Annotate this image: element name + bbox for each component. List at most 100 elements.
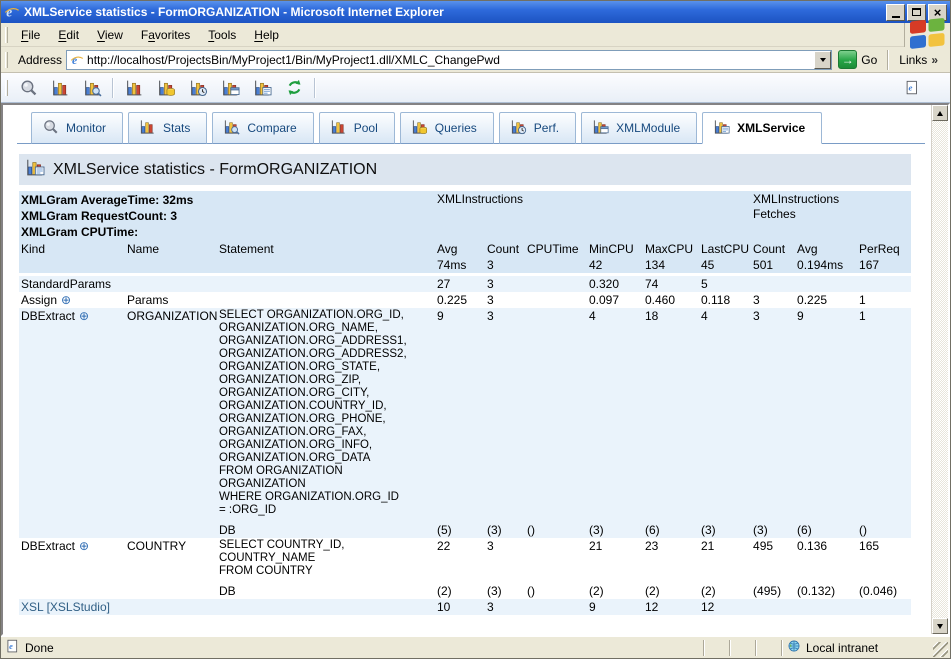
value-cell: 3 [751, 292, 795, 308]
statement-line: = :ORG_ID [219, 504, 433, 517]
expand-icon[interactable]: ⊕ [75, 309, 89, 323]
tab-strip: MonitorStatsComparePoolQueriesPerf. XMLMo… [17, 110, 925, 144]
window-title: XMLService statistics - FormORGANIZATION… [24, 5, 880, 19]
group-header-instructions: XMLInstructions [435, 191, 751, 241]
tab-queries[interactable]: Queries [400, 112, 494, 144]
menu-edit[interactable]: Edit [49, 25, 88, 45]
value-cell: 22 [435, 538, 485, 579]
status-panel [705, 639, 729, 657]
tab-monitor[interactable]: Monitor [31, 112, 123, 144]
scrollbar-track[interactable] [932, 121, 948, 618]
address-input[interactable] [87, 52, 811, 68]
table-row: DBExtract⊕ORGANIZATIONSELECT ORGANIZATIO… [19, 308, 911, 518]
stats-button[interactable] [45, 75, 75, 101]
value-cell: 23 [643, 538, 699, 579]
value-cell: 3 [485, 292, 525, 308]
menu-help[interactable]: Help [245, 25, 288, 45]
svg-text:e: e [6, 4, 12, 19]
totals-value: 0.194ms [795, 257, 857, 273]
page-icon[interactable]: e [904, 80, 920, 96]
table-row: DBExtract⊕COUNTRYSELECT COUNTRY_ID,COUNT… [19, 538, 911, 579]
totals-value: 74ms [435, 257, 485, 273]
menu-view[interactable]: View [88, 25, 132, 45]
column-header: Kind [19, 241, 125, 257]
toolbar-drag-grip[interactable] [5, 80, 8, 96]
statement-line: FROM COUNTRY [219, 565, 433, 578]
go-label: Go [861, 53, 877, 67]
scroll-up-button[interactable] [932, 105, 948, 121]
column-header: LastCPU [699, 241, 751, 257]
kind-cell [19, 518, 125, 538]
svg-text:e: e [9, 642, 13, 651]
refresh-button[interactable] [279, 75, 309, 101]
value-cell: (2) [587, 579, 643, 599]
compare-button[interactable] [77, 75, 107, 101]
table-subrow: DB(5)(3)()(3)(6)(3)(3)(6)() [19, 518, 911, 538]
kind-cell: XSL [XSLStudio] [19, 599, 125, 615]
value-cell: 18 [643, 308, 699, 518]
value-cell [525, 599, 587, 615]
value-cell: 10 [435, 599, 485, 615]
value-cell: 3 [485, 308, 525, 518]
kind-label: StandardParams [21, 277, 111, 291]
tab-compare[interactable]: Compare [212, 112, 313, 144]
address-dropdown-button[interactable] [814, 51, 831, 69]
kind-cell: DBExtract⊕ [19, 538, 125, 579]
sub-label-cell: DB [217, 518, 435, 538]
links-label: Links [899, 53, 927, 67]
app-toolbar: e [1, 73, 950, 103]
tab-perf[interactable]: Perf. [499, 112, 576, 144]
pool-button[interactable] [119, 75, 149, 101]
window-minimize-button[interactable] [886, 4, 905, 21]
column-header: Avg [435, 241, 485, 257]
toolbar-separator [314, 78, 316, 98]
tab-pool[interactable]: Pool [319, 112, 395, 144]
page-heading-band: XMLService statistics - FormORGANIZATION [19, 154, 911, 185]
tab-stats[interactable]: Stats [128, 112, 207, 144]
value-cell [751, 276, 795, 292]
expand-icon[interactable]: ⊕ [57, 293, 71, 307]
tab-xmlmodule[interactable]: XMLModule [581, 112, 697, 144]
address-drag-grip[interactable] [5, 52, 8, 68]
menu-drag-grip[interactable] [5, 27, 8, 43]
group-header-fetches-line: XMLInstructions [753, 192, 909, 207]
name-cell: Params [125, 292, 217, 308]
statement-cell [217, 292, 435, 308]
value-cell: (6) [643, 518, 699, 538]
value-cell: 0.225 [435, 292, 485, 308]
expand-icon[interactable]: ⊕ [75, 539, 89, 553]
value-cell [525, 276, 587, 292]
arrow-down-icon [937, 624, 943, 629]
kind-cell: StandardParams [19, 276, 125, 292]
menu-tools[interactable]: Tools [199, 25, 245, 45]
value-cell: 0.460 [643, 292, 699, 308]
value-cell: 165 [857, 538, 911, 579]
menu-file[interactable]: File [12, 25, 49, 45]
value-cell [751, 599, 795, 615]
stats-table: XMLGram AverageTime: 32msXMLGram Request… [19, 191, 911, 615]
tab-label: XMLModule [616, 121, 680, 135]
monitor-button[interactable] [13, 75, 43, 101]
status-panel [731, 639, 755, 657]
resize-grip[interactable] [933, 642, 948, 657]
table-row: XSL [XSLStudio]10391212 [19, 599, 911, 615]
value-cell [525, 292, 587, 308]
table-totals-row: 74ms342134455010.194ms167 [19, 257, 911, 273]
value-cell: 0.118 [699, 292, 751, 308]
queries-button[interactable] [151, 75, 181, 101]
name-cell: COUNTRY [125, 538, 217, 579]
xmlservice-button[interactable] [247, 75, 277, 101]
statement-line: SELECT COUNTRY_ID, [219, 539, 433, 552]
value-cell: (6) [795, 518, 857, 538]
scroll-down-button[interactable] [932, 618, 948, 634]
value-cell: 4 [587, 308, 643, 518]
go-button[interactable]: → Go [836, 49, 883, 70]
menu-favorites[interactable]: Favorites [132, 25, 199, 45]
tab-xmlservice[interactable]: XMLService [702, 112, 822, 144]
value-cell: 1 [857, 308, 911, 518]
name-cell [125, 579, 217, 599]
xmlmodule-button[interactable] [215, 75, 245, 101]
kind-label: XSL [XSLStudio] [21, 600, 110, 614]
links-menu[interactable]: Links » [893, 53, 946, 67]
perf-button[interactable] [183, 75, 213, 101]
